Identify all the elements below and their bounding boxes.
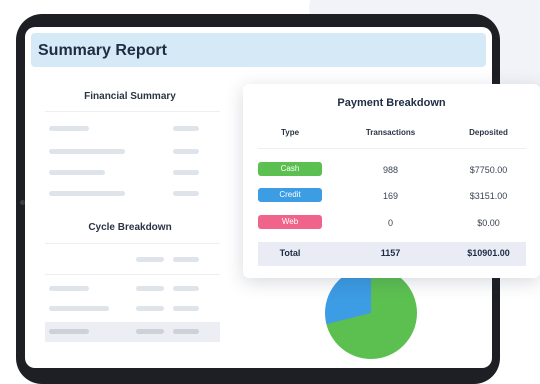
deposited-cell: $7750.00 bbox=[469, 165, 508, 175]
payment-breakdown-card: Payment Breakdown Type Transactions Depo… bbox=[243, 84, 540, 278]
total-transactions: 1157 bbox=[380, 248, 401, 258]
payment-breakdown-title: Payment Breakdown bbox=[337, 97, 446, 109]
placeholder-bar bbox=[49, 286, 89, 291]
transactions-cell: 0 bbox=[387, 218, 393, 228]
financial-summary-divider bbox=[45, 111, 220, 112]
payment-type-badge: Cash bbox=[258, 162, 322, 176]
payment-type-badge: Web bbox=[258, 215, 322, 229]
column-header-type: Type bbox=[280, 128, 300, 137]
cycle-breakdown-title: Cycle Breakdown bbox=[88, 222, 172, 233]
placeholder-bar bbox=[173, 191, 199, 196]
deposited-cell: $0.00 bbox=[477, 218, 500, 228]
payment-type-badge: Credit bbox=[258, 188, 322, 202]
deposited-cell: $3151.00 bbox=[469, 191, 508, 201]
column-header-deposited: Deposited bbox=[469, 128, 508, 137]
transactions-cell: 988 bbox=[382, 165, 399, 175]
total-deposited: $10901.00 bbox=[467, 248, 510, 258]
cycle-breakdown-divider bbox=[45, 243, 220, 244]
placeholder-bar bbox=[49, 170, 105, 175]
report-title: Summary Report bbox=[38, 42, 167, 59]
placeholder-bar bbox=[136, 286, 164, 291]
total-label: Total bbox=[279, 248, 301, 258]
placeholder-bar bbox=[49, 306, 109, 311]
header-divider bbox=[258, 148, 526, 149]
placeholder-bar bbox=[173, 149, 199, 154]
placeholder-bar bbox=[49, 126, 89, 131]
placeholder-bar bbox=[136, 306, 164, 311]
payment-pie-chart bbox=[325, 267, 417, 359]
placeholder-bar bbox=[173, 306, 199, 311]
column-header-transactions: Transactions bbox=[365, 128, 416, 137]
placeholder-bar bbox=[173, 257, 199, 262]
placeholder-bar bbox=[136, 257, 164, 262]
report-header: Summary Report bbox=[31, 33, 486, 67]
cycle-breakdown-divider bbox=[45, 274, 220, 275]
placeholder-bar bbox=[49, 149, 125, 154]
placeholder-bar bbox=[173, 329, 199, 334]
transactions-cell: 169 bbox=[382, 191, 399, 201]
placeholder-bar bbox=[136, 329, 164, 334]
placeholder-bar bbox=[49, 191, 125, 196]
placeholder-bar bbox=[49, 329, 89, 334]
placeholder-bar bbox=[173, 170, 199, 175]
financial-summary-title: Financial Summary bbox=[84, 91, 176, 102]
placeholder-bar bbox=[173, 286, 199, 291]
placeholder-bar bbox=[173, 126, 199, 131]
